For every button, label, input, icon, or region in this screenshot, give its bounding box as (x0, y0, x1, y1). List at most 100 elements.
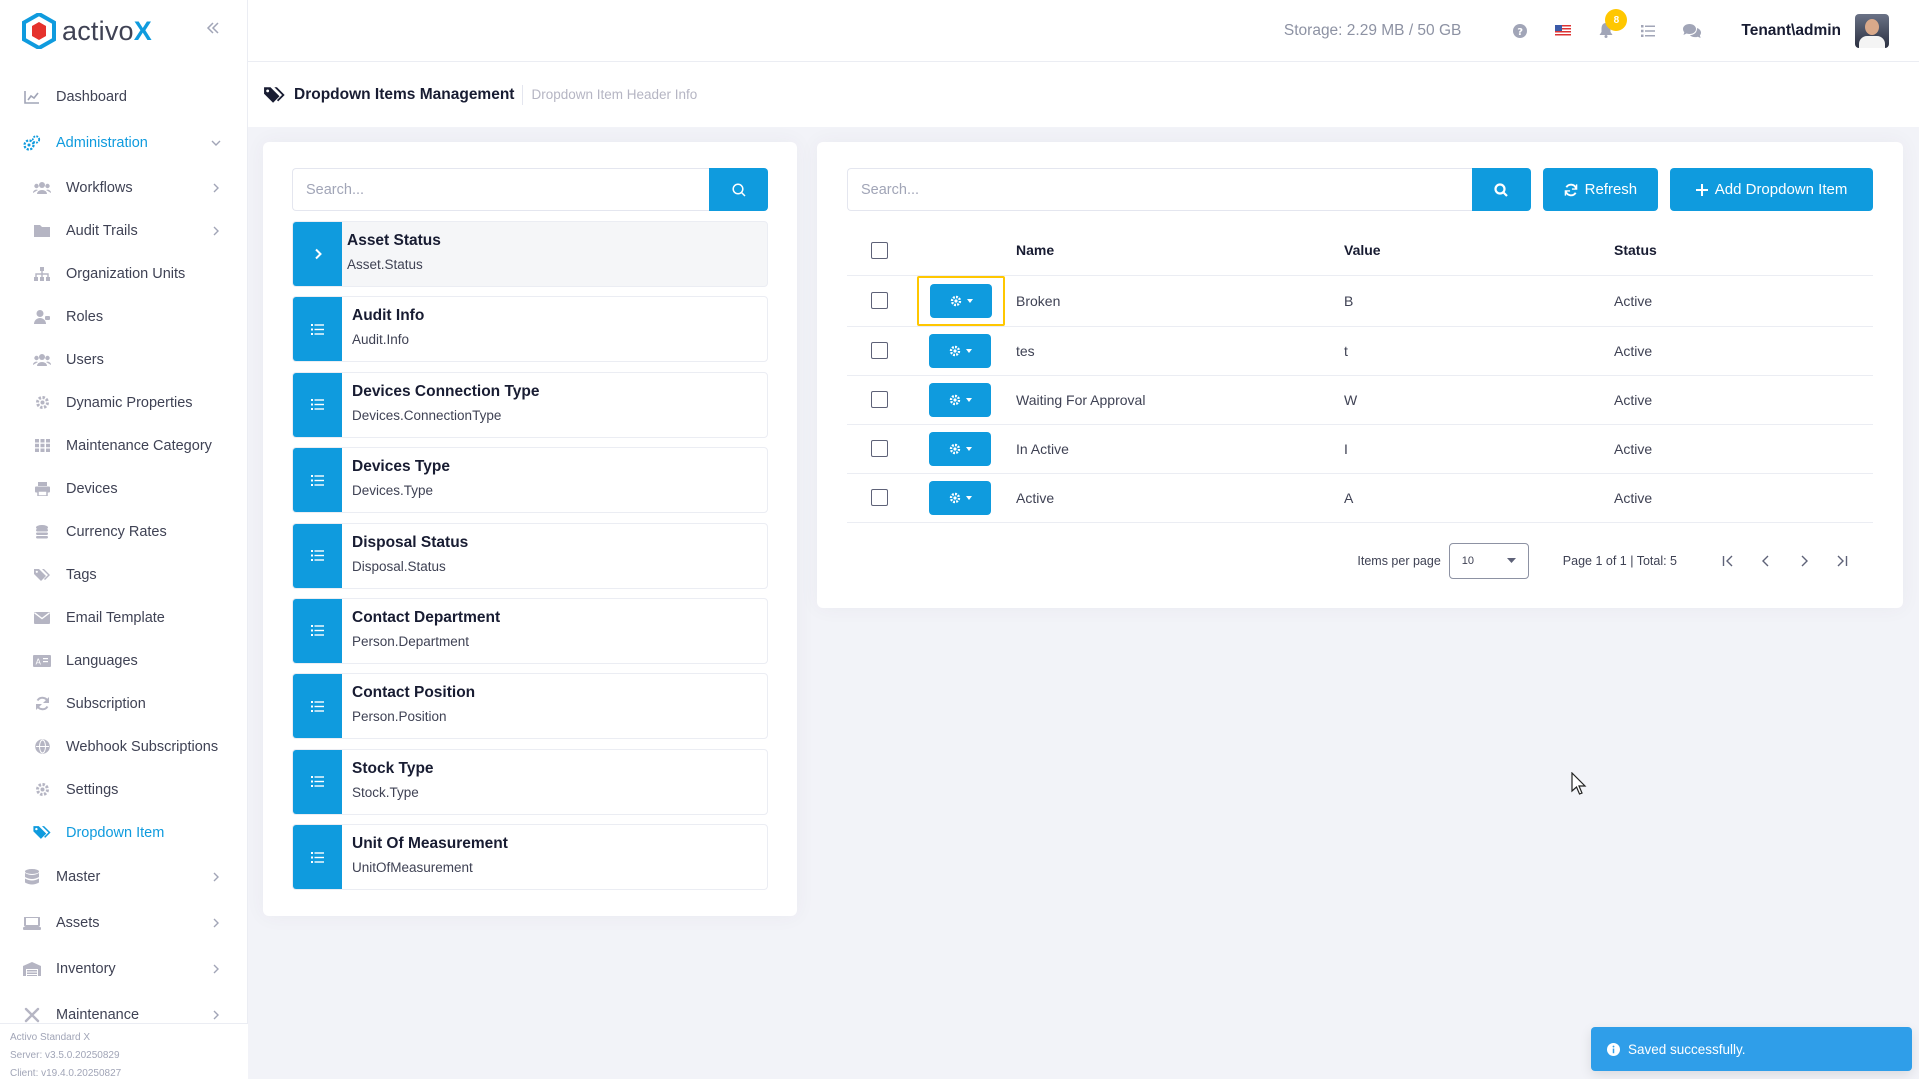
top-header: Storage: 2.29 MB / 50 GB ? 8 Tenant\admi… (248, 0, 1919, 62)
sidebar-item-users[interactable]: Users (0, 338, 247, 381)
language-icon: A (32, 654, 52, 667)
row-checkbox[interactable] (871, 391, 888, 409)
sidebar-item-master[interactable]: Master (0, 854, 247, 900)
items-search-input[interactable] (847, 168, 1472, 211)
table-header-row: Name Value Status (847, 225, 1873, 276)
sidebar-item-administration[interactable]: Administration (0, 120, 247, 166)
sidebar-item-label: Email Template (66, 609, 165, 626)
globe-icon (32, 739, 52, 754)
row-actions-button[interactable] (929, 480, 991, 515)
sidebar-item-tags[interactable]: Tags (0, 553, 247, 596)
header-item-name: Devices Type (352, 458, 450, 476)
sidebar-item-roles[interactable]: Roles (0, 295, 247, 338)
collapse-sidebar-icon[interactable] (205, 20, 221, 36)
items-search-button[interactable] (1472, 168, 1531, 211)
bell-icon[interactable]: 8 (1599, 9, 1628, 38)
task-list-icon[interactable] (1641, 24, 1656, 37)
header-item-code: UnitOfMeasurement (352, 860, 473, 876)
sidebar-item-subscription[interactable]: Subscription (0, 682, 247, 725)
sync-icon (32, 696, 52, 711)
header-search-button[interactable] (709, 168, 768, 211)
sidebar-item-audit-trails[interactable]: Audit Trails (0, 209, 247, 252)
header-item-asset-status[interactable]: Asset Status Asset.Status (292, 221, 768, 287)
page-info: Page 1 of 1 | Total: 5 (1562, 553, 1677, 568)
list-icon (293, 598, 342, 663)
value-column-header[interactable]: Value (1344, 225, 1614, 276)
first-page-icon (1722, 555, 1733, 566)
sidebar-item-dashboard[interactable]: Dashboard (0, 74, 247, 120)
highlighted-action (917, 275, 1005, 326)
current-user[interactable]: Tenant\admin (1741, 22, 1841, 40)
row-actions-button[interactable] (930, 283, 992, 318)
items-per-page-select[interactable]: 10 (1448, 542, 1529, 579)
name-column-header[interactable]: Name (1016, 225, 1344, 276)
next-page-button[interactable] (1785, 543, 1823, 579)
first-page-button[interactable] (1709, 543, 1747, 579)
sidebar-item-inventory[interactable]: Inventory (0, 946, 247, 992)
header-item-name: Disposal Status (352, 533, 469, 551)
sidebar-item-languages[interactable]: A Languages (0, 639, 247, 682)
sidebar-item-settings[interactable]: Settings (0, 768, 247, 811)
sidebar-item-workflows[interactable]: Workflows (0, 166, 247, 209)
mouse-cursor-icon (1571, 772, 1587, 796)
cell-name: tes (1016, 326, 1344, 376)
us-flag-icon[interactable] (1555, 25, 1572, 36)
sidebar-item-label: Organization Units (66, 265, 186, 282)
sidebar-item-label: Subscription (66, 695, 146, 712)
warehouse-icon (22, 962, 42, 976)
chat-icon[interactable] (1683, 23, 1702, 38)
sync-icon (1564, 183, 1577, 196)
header-item-devices-connection-type[interactable]: Devices Connection Type Devices.Connectio… (292, 371, 768, 438)
sidebar-item-email-template[interactable]: Email Template (0, 596, 247, 639)
sidebar-item-dynamic-properties[interactable]: Dynamic Properties (0, 381, 247, 424)
chevron-right-icon (211, 226, 221, 236)
sidebar-item-maintenance-category[interactable]: Maintenance Category (0, 424, 247, 467)
dropdown-header-panel: Asset StatusAsset.Status Audit InfoAudit… (263, 142, 797, 916)
last-page-button[interactable] (1823, 543, 1861, 579)
row-checkbox[interactable] (871, 292, 888, 310)
sidebar-item-webhook-subscriptions[interactable]: Webhook Subscriptions (0, 725, 247, 768)
sidebar-item-devices[interactable]: Devices (0, 467, 247, 510)
tags-icon (32, 568, 52, 582)
cog-icon (949, 394, 960, 405)
envelope-icon (32, 611, 52, 624)
caret-down-icon (965, 446, 972, 451)
brand[interactable]: activoX (0, 0, 247, 62)
row-actions-button[interactable] (929, 382, 991, 417)
sidebar-item-dropdown-item[interactable]: Dropdown Item (0, 811, 247, 854)
header-item-stock-type[interactable]: Stock Type Stock.Type (292, 748, 768, 815)
sidebar-item-organization-units[interactable]: Organization Units (0, 252, 247, 295)
row-checkbox[interactable] (871, 489, 888, 507)
header-search-input[interactable] (292, 168, 709, 211)
status-column-header[interactable]: Status (1614, 225, 1873, 276)
previous-page-button[interactable] (1747, 543, 1785, 579)
refresh-button[interactable]: Refresh (1542, 168, 1659, 211)
sidebar-item-label: Settings (66, 781, 119, 798)
row-actions-button[interactable] (929, 333, 991, 368)
folder-icon (32, 224, 52, 237)
cog-icon (32, 395, 52, 410)
sidebar-item-assets[interactable]: Assets (0, 900, 247, 946)
select-all-checkbox[interactable] (871, 241, 888, 259)
header-item-contact-position[interactable]: Contact Position Person.Position (292, 673, 768, 740)
list-icon (293, 523, 342, 588)
header-item-disposal-status[interactable]: Disposal Status Disposal.Status (292, 522, 768, 589)
row-checkbox[interactable] (871, 342, 888, 360)
sidebar-item-label: Maintenance Category (66, 437, 212, 454)
row-actions-button[interactable] (929, 431, 991, 466)
help-icon[interactable]: ? (1513, 23, 1528, 38)
header-item-unit-of-measurement[interactable]: Unit Of Measurement UnitOfMeasurement (292, 824, 768, 891)
table-row: Waiting For Approval W Active (847, 375, 1873, 425)
divider (522, 84, 524, 105)
cogs-icon (22, 135, 42, 151)
avatar[interactable] (1855, 13, 1889, 48)
add-dropdown-item-button[interactable]: Add Dropdown Item (1670, 168, 1873, 211)
success-toast[interactable]: Saved successfully. (1591, 1027, 1912, 1071)
header-item-audit-info[interactable]: Audit Info Audit.Info (292, 296, 768, 363)
list-icon (293, 448, 342, 513)
header-item-devices-type[interactable]: Devices Type Devices.Type (292, 447, 768, 514)
header-item-contact-department[interactable]: Contact Department Person.Department (292, 597, 768, 664)
sidebar-item-currency-rates[interactable]: Currency Rates (0, 510, 247, 553)
row-checkbox[interactable] (871, 440, 888, 458)
chevron-left-icon (1762, 555, 1769, 566)
